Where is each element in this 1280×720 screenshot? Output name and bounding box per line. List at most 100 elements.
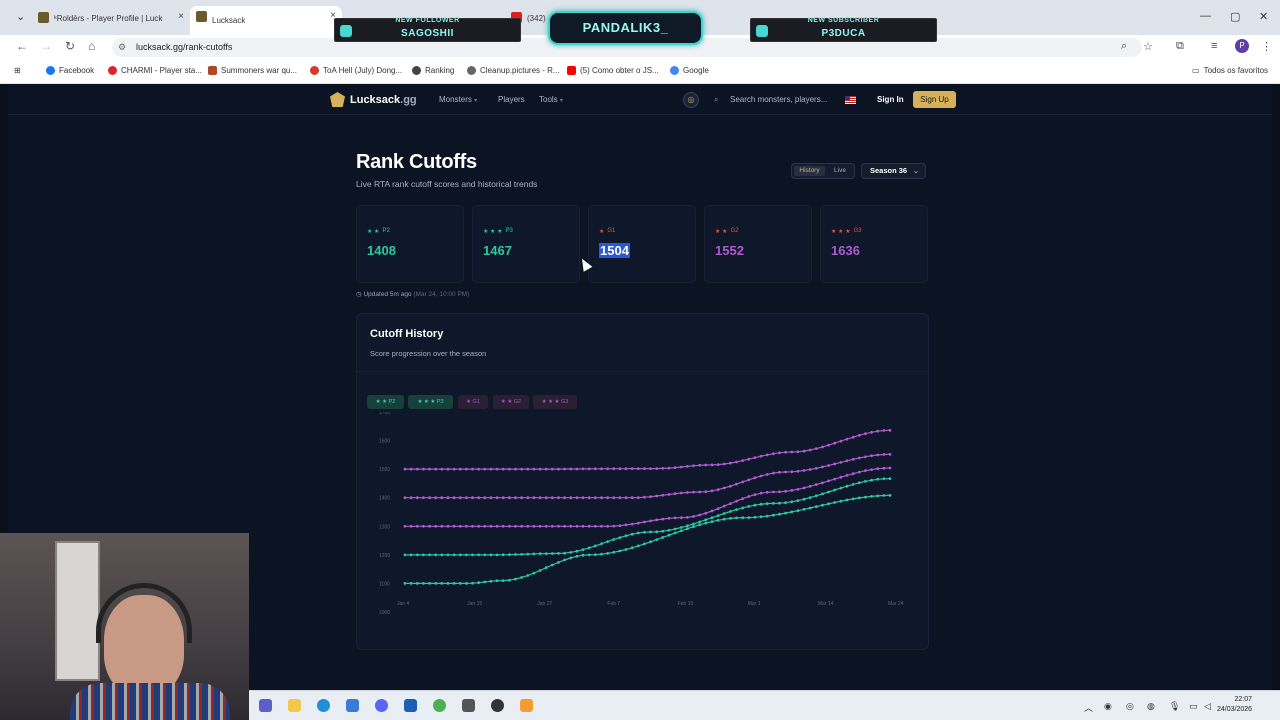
data-point[interactable]	[422, 467, 425, 471]
tray-chevron-icon[interactable]: ︿	[1084, 701, 1093, 714]
data-point[interactable]	[870, 495, 873, 498]
data-point[interactable]	[649, 495, 652, 499]
data-point[interactable]	[489, 579, 493, 583]
data-point[interactable]	[753, 515, 757, 519]
data-point[interactable]	[778, 490, 781, 494]
search-input[interactable]: ⌕ Search monsters, players...	[706, 92, 836, 108]
data-point[interactable]	[428, 524, 431, 528]
data-point[interactable]	[870, 454, 873, 458]
sign-up-button[interactable]: Sign Up	[913, 91, 956, 108]
data-point[interactable]	[544, 566, 548, 570]
data-point[interactable]	[630, 522, 634, 526]
data-point[interactable]	[722, 462, 726, 466]
obs-icon[interactable]	[491, 699, 504, 712]
data-point[interactable]	[514, 524, 517, 528]
data-point[interactable]	[643, 542, 646, 546]
data-point[interactable]	[415, 553, 419, 557]
forward-icon[interactable]: →	[40, 39, 52, 53]
data-point[interactable]	[538, 467, 542, 471]
data-point[interactable]	[765, 502, 769, 505]
data-point[interactable]	[526, 467, 530, 471]
data-point[interactable]	[655, 467, 659, 470]
minimize-icon[interactable]: —	[1200, 10, 1211, 22]
data-point[interactable]	[458, 553, 462, 557]
data-point[interactable]	[655, 530, 659, 534]
data-point[interactable]	[618, 467, 622, 471]
data-point[interactable]	[882, 466, 886, 470]
data-point[interactable]	[557, 524, 560, 528]
data-point[interactable]	[458, 496, 462, 500]
data-point[interactable]	[422, 496, 425, 500]
data-point[interactable]	[618, 536, 622, 539]
data-point[interactable]	[876, 477, 880, 481]
data-point[interactable]	[716, 463, 720, 466]
data-point[interactable]	[495, 553, 499, 557]
data-point[interactable]	[845, 474, 849, 477]
data-point[interactable]	[587, 553, 591, 557]
data-point[interactable]	[784, 450, 787, 454]
data-point[interactable]	[864, 432, 867, 436]
data-point[interactable]	[477, 496, 481, 500]
data-point[interactable]	[741, 480, 745, 484]
data-point[interactable]	[667, 528, 671, 532]
data-point[interactable]	[716, 514, 720, 517]
data-point[interactable]	[839, 499, 843, 503]
data-point[interactable]	[550, 552, 554, 555]
compass-icon[interactable]: ◎	[683, 92, 699, 108]
data-point[interactable]	[772, 490, 775, 494]
data-point[interactable]	[569, 467, 573, 471]
data-point[interactable]	[508, 553, 511, 557]
data-point[interactable]	[465, 582, 468, 585]
data-point[interactable]	[814, 466, 818, 470]
data-point[interactable]	[440, 467, 444, 471]
data-point[interactable]	[729, 461, 732, 465]
file-explorer-icon[interactable]	[288, 699, 301, 712]
data-point[interactable]	[802, 507, 806, 511]
data-point[interactable]	[593, 553, 597, 557]
data-point[interactable]	[851, 483, 855, 486]
back-icon[interactable]: ←	[16, 39, 28, 53]
data-point[interactable]	[753, 493, 757, 497]
data-point[interactable]	[471, 553, 474, 557]
tab-player-profile[interactable]: ᵏRoldēɾs - Player Profile | Luck ×	[32, 7, 190, 29]
data-point[interactable]	[673, 466, 677, 469]
data-point[interactable]	[446, 496, 450, 500]
data-point[interactable]	[587, 546, 591, 550]
microphone-icon[interactable]: 🎙	[1169, 701, 1180, 712]
data-point[interactable]	[440, 582, 444, 585]
edge-icon[interactable]	[317, 699, 330, 712]
data-point[interactable]	[753, 503, 757, 507]
data-point[interactable]	[716, 488, 720, 491]
data-point[interactable]	[618, 549, 622, 553]
data-point[interactable]	[526, 496, 530, 500]
data-point[interactable]	[851, 497, 855, 501]
data-point[interactable]	[526, 574, 530, 577]
bookmark-summoners-war[interactable]: Summoners war qu...	[208, 66, 297, 75]
data-point[interactable]	[538, 569, 542, 572]
data-point[interactable]	[508, 467, 511, 471]
data-point[interactable]	[520, 524, 523, 528]
data-point[interactable]	[655, 518, 659, 522]
outlook-icon[interactable]	[346, 699, 359, 712]
data-point[interactable]	[686, 524, 689, 528]
data-point[interactable]	[434, 582, 438, 585]
data-point[interactable]	[575, 496, 579, 500]
data-point[interactable]	[471, 524, 474, 528]
tab-lucksack[interactable]: Lucksack ×	[190, 6, 342, 35]
bookmark-charmi[interactable]: CHARMI - Player sta...	[108, 66, 202, 75]
data-point[interactable]	[569, 524, 573, 528]
data-point[interactable]	[606, 496, 609, 500]
data-point[interactable]	[471, 581, 474, 585]
data-point[interactable]	[747, 516, 751, 519]
data-point[interactable]	[624, 534, 628, 538]
data-point[interactable]	[563, 551, 566, 555]
data-point[interactable]	[532, 552, 536, 556]
data-point[interactable]	[778, 470, 781, 474]
legend-chip[interactable]: ★ ★ P2	[367, 395, 404, 409]
data-point[interactable]	[452, 524, 456, 528]
data-point[interactable]	[495, 524, 499, 528]
data-point[interactable]	[808, 506, 812, 510]
data-point[interactable]	[802, 449, 806, 453]
data-point[interactable]	[692, 464, 695, 468]
data-point[interactable]	[808, 468, 812, 471]
